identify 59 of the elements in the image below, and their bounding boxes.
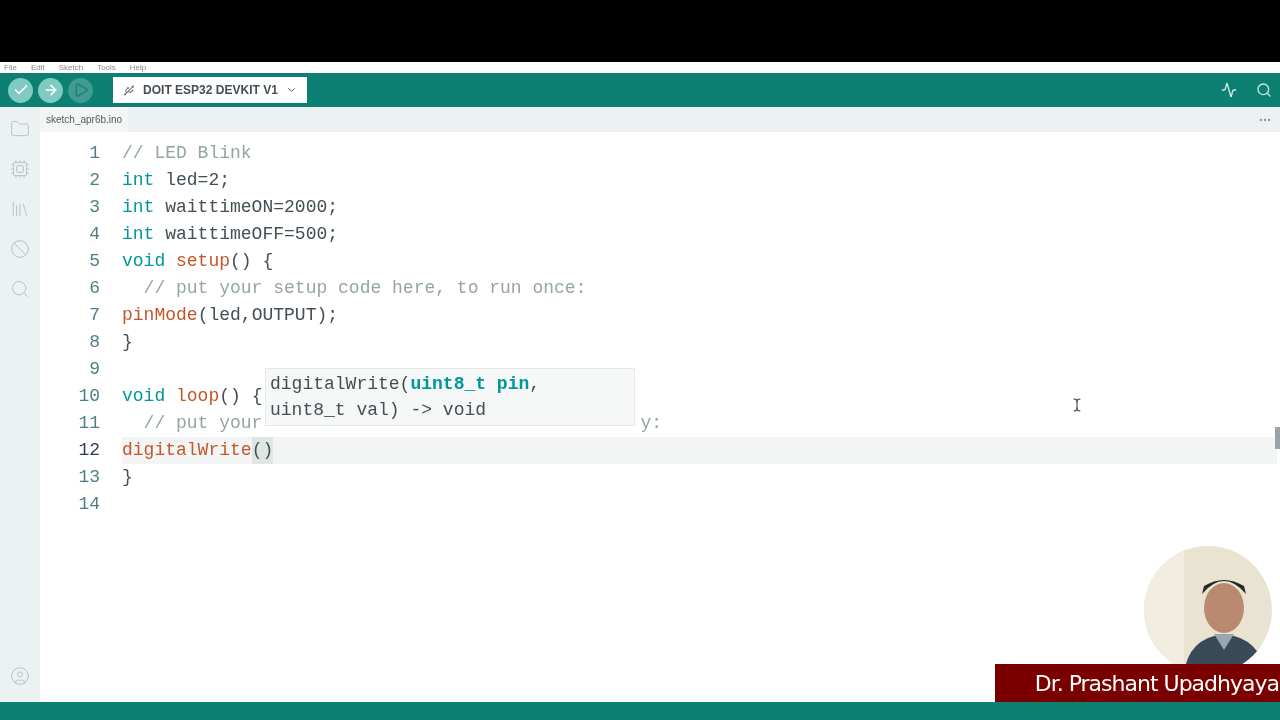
menu-item[interactable]: Sketch xyxy=(58,63,84,72)
usb-icon xyxy=(123,83,136,97)
line-number: 14 xyxy=(78,493,100,516)
code-token: digitalWrite xyxy=(122,439,252,462)
library-icon[interactable] xyxy=(10,199,30,219)
line-number: 8 xyxy=(89,331,100,354)
presenter-name: Dr. Prashant Upadhyaya xyxy=(1034,669,1279,698)
menu-item[interactable]: Help xyxy=(129,63,147,72)
line-number: 10 xyxy=(78,385,100,408)
line-number: 7 xyxy=(89,304,100,327)
tooltip-text: uint8_t val) -> void xyxy=(270,398,487,422)
folder-icon[interactable] xyxy=(10,119,30,139)
line-number: 3 xyxy=(89,196,100,219)
menu-item[interactable]: Tools xyxy=(97,63,116,72)
code-token: // put your xyxy=(142,412,263,435)
debug-icon[interactable] xyxy=(10,239,30,259)
code-token: void xyxy=(122,250,166,273)
code-token: // LED Blink xyxy=(122,142,252,165)
code-token: pinMode xyxy=(122,304,198,327)
tooltip-text: , xyxy=(529,372,541,396)
line-number: 6 xyxy=(89,277,100,300)
profile-icon[interactable] xyxy=(10,666,30,686)
code-token: int xyxy=(122,223,155,246)
code-token: int xyxy=(122,196,155,219)
code-token: setup xyxy=(176,250,231,273)
code-token: () { xyxy=(219,385,263,408)
line-number: 9 xyxy=(89,358,100,381)
serial-plotter-icon[interactable] xyxy=(1221,82,1237,98)
board-selector[interactable]: DOIT ESP32 DEVKIT V1 xyxy=(113,77,307,103)
code-token: () { xyxy=(230,250,274,273)
code-token: int xyxy=(122,169,155,192)
verify-button[interactable] xyxy=(8,77,33,103)
code-token: } xyxy=(122,466,133,489)
file-tab[interactable]: sketch_apr6b.ino xyxy=(40,107,129,132)
code-token: } xyxy=(122,331,133,354)
line-number: 13 xyxy=(78,466,100,489)
tooltip-text: digitalWrite( xyxy=(270,372,411,396)
tooltip-text: uint8_t pin xyxy=(410,372,530,396)
code-token: led=2; xyxy=(164,169,231,192)
upload-button[interactable] xyxy=(38,77,63,103)
line-number: 1 xyxy=(89,142,100,165)
code-token: y: xyxy=(640,412,663,435)
scrollbar-marker xyxy=(1275,427,1280,449)
code-token: void xyxy=(122,385,166,408)
line-number: 2 xyxy=(89,169,100,192)
line-number: 12 xyxy=(78,439,100,462)
line-number: 4 xyxy=(89,223,100,246)
line-number: 5 xyxy=(89,250,100,273)
search-icon[interactable] xyxy=(10,279,30,299)
code-token: waittimeON=2000; xyxy=(164,196,339,219)
code-token: () xyxy=(251,437,274,464)
menu-item[interactable]: File xyxy=(4,63,17,72)
code-token: loop xyxy=(176,385,220,408)
line-number: 11 xyxy=(78,412,100,435)
code-token: waittimeOFF=500; xyxy=(164,223,339,246)
code-token: (led,OUTPUT); xyxy=(197,304,339,327)
board-icon[interactable] xyxy=(10,159,30,179)
menu-item[interactable]: Edit xyxy=(30,63,45,72)
code-token: // put your setup code here, to run once: xyxy=(142,277,587,300)
